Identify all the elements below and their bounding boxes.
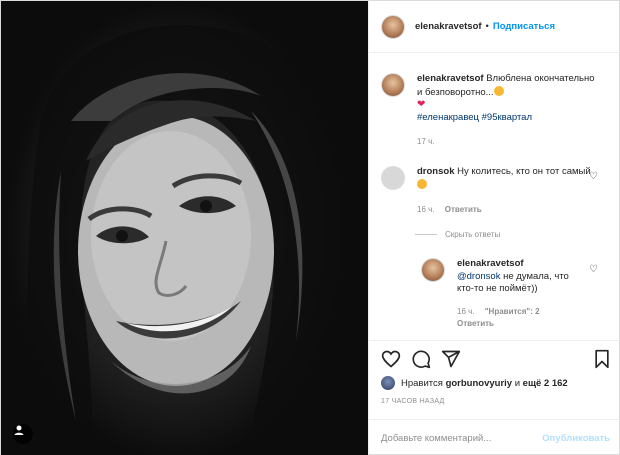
comment-input[interactable]	[381, 432, 531, 444]
comment-username[interactable]: dronsok	[417, 166, 454, 177]
add-comment-bar: Опубликовать	[369, 419, 620, 455]
post-header: elenakravetsof • Подписаться	[369, 1, 620, 53]
likes-prefix: Нравится	[401, 377, 443, 389]
heart-outline-icon[interactable]	[381, 349, 401, 369]
comment-like-heart-icon[interactable]: ♡	[589, 171, 598, 182]
reply-mention[interactable]: @dronsok	[457, 271, 500, 282]
post-photo[interactable]	[1, 1, 368, 455]
laughing-emoji-icon	[417, 178, 427, 189]
caption-time[interactable]: 17 ч.	[417, 136, 597, 149]
caption-hashtags[interactable]: #еленакравец #95квартал	[417, 112, 532, 123]
user-tag-icon[interactable]	[13, 424, 33, 444]
post-caption: elenakravetsof Влюблена окончательно и б…	[381, 73, 611, 149]
comment-text: Ну колитесь, кто он тот самый	[457, 166, 591, 177]
publish-button[interactable]: Опубликовать	[542, 433, 610, 444]
reply-body: elenakravetsof @dronsok не думала, что к…	[457, 258, 587, 331]
author-avatar[interactable]	[381, 14, 405, 39]
reply-time[interactable]: 16 ч.	[457, 307, 475, 316]
reply-reply-button[interactable]: Ответить	[457, 319, 494, 328]
red-heart-emoji-icon: ❤	[417, 99, 426, 110]
post-timestamp[interactable]: 17 ЧАСОВ НАЗАД	[381, 398, 445, 405]
follow-button[interactable]: Подписаться	[493, 21, 555, 32]
reply-likes-count[interactable]: "Нравится": 2	[485, 307, 540, 316]
likes-summary: Нравится gorbunovyuriy и ещё 2 162	[381, 376, 568, 390]
bookmark-icon[interactable]	[593, 349, 611, 369]
comment-body: dronsok Ну колитесь, кто он тот самый 16…	[417, 166, 596, 217]
reply-username[interactable]: elenakravetsof	[457, 258, 524, 269]
caption-username[interactable]: elenakravetsof	[417, 73, 484, 84]
action-bar	[369, 340, 620, 376]
reply-like-heart-icon[interactable]: ♡	[589, 264, 598, 275]
author-username[interactable]: elenakravetsof	[415, 21, 482, 32]
caption-body: elenakravetsof Влюблена окончательно и б…	[417, 73, 597, 149]
reply-item: elenakravetsof @dronsok не думала, что к…	[421, 258, 596, 331]
comment-time[interactable]: 16 ч.	[417, 205, 435, 214]
replies-divider	[415, 234, 437, 235]
likes-count[interactable]: ещё 2 162	[523, 378, 568, 389]
commenter-avatar[interactable]	[381, 166, 405, 190]
caption-avatar[interactable]	[381, 73, 405, 97]
portrait-illustration	[21, 25, 347, 455]
star-eyes-emoji-icon	[493, 85, 504, 96]
comment-item: dronsok Ну колитесь, кто он тот самый 16…	[381, 166, 596, 217]
liker-avatar[interactable]	[381, 376, 395, 390]
hide-replies-toggle[interactable]: Скрыть ответы	[415, 230, 500, 239]
reply-avatar[interactable]	[421, 258, 445, 282]
likes-and: и	[514, 377, 521, 389]
post-modal: elenakravetsof • Подписаться elenakravet…	[0, 0, 620, 455]
comment-reply-button[interactable]: Ответить	[445, 205, 482, 214]
paper-plane-icon[interactable]	[441, 349, 461, 369]
post-sidebar: elenakravetsof • Подписаться elenakravet…	[368, 1, 620, 455]
separator-dot: •	[485, 21, 489, 32]
hide-replies-label[interactable]: Скрыть ответы	[445, 230, 500, 239]
comment-bubble-icon[interactable]	[411, 349, 431, 369]
liker-username[interactable]: gorbunovyuriy	[446, 378, 513, 389]
